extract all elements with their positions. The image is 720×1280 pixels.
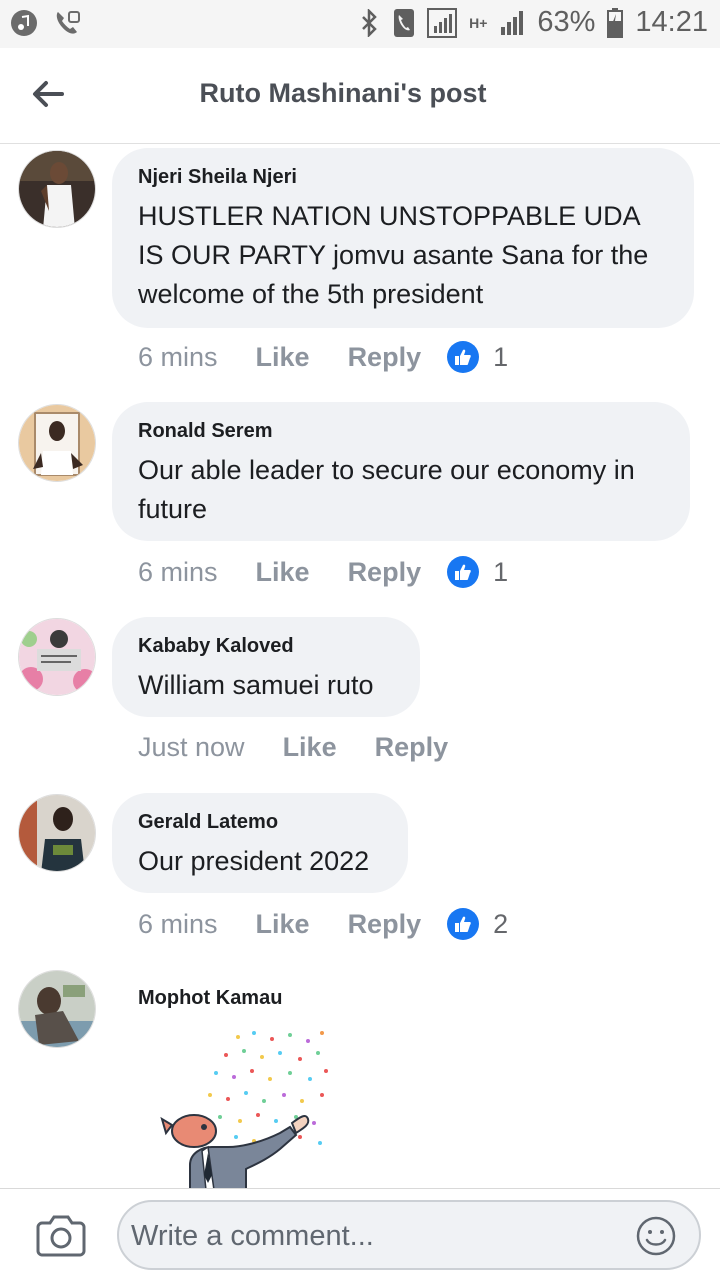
avatar[interactable] (18, 404, 96, 482)
phone-vibrate-icon (393, 8, 415, 38)
comment-author[interactable]: Njeri Sheila Njeri (138, 166, 668, 189)
comment-time: Just now (138, 732, 245, 762)
signal-sim1-icon (427, 7, 458, 38)
camera-button[interactable] (36, 1213, 86, 1257)
thumbs-up-icon (447, 341, 480, 373)
reaction-count[interactable]: 1 (447, 556, 508, 588)
call-forward-icon (52, 8, 82, 38)
camera-icon (36, 1215, 86, 1257)
network-type-icon: H+ (469, 14, 488, 31)
like-count-value: 1 (493, 556, 509, 587)
comment-actions: 6 mins Like Reply 2 (138, 908, 508, 940)
status-bar: H+ 63% 14:21 (0, 0, 720, 48)
comment-actions: 6 mins Like Reply 1 (138, 341, 508, 373)
reply-button[interactable]: Reply (348, 557, 422, 588)
battery-charging-icon (607, 7, 624, 38)
reply-button[interactable]: Reply (375, 732, 449, 763)
comment-text: William samuei ruto (138, 670, 374, 700)
comments-list[interactable]: Njeri Sheila Njeri HUSTLER NATION UNSTOP… (0, 145, 720, 1188)
comment-text: HUSTLER NATION UNSTOPPABLE UDA IS OUR PA… (138, 201, 649, 309)
comment-bubble[interactable]: Ronald Serem Our able leader to secure o… (112, 402, 690, 541)
emoji-button[interactable] (635, 1215, 677, 1257)
comment-author[interactable]: Gerald Latemo (138, 811, 382, 834)
comment-bubble[interactable]: Kababy Kaloved William samuei ruto (112, 617, 420, 717)
celebration-sticker[interactable] (150, 1025, 340, 1188)
comment-time: 6 mins (138, 908, 218, 939)
comment-actions: 6 mins Like Reply 1 (138, 556, 508, 588)
confetti (208, 1031, 328, 1145)
like-button[interactable]: Like (283, 732, 337, 763)
avatar[interactable] (18, 794, 96, 872)
bluetooth-icon (357, 8, 381, 37)
avatar[interactable] (18, 150, 96, 228)
post-header: Ruto Mashinani's post (0, 48, 720, 144)
reaction-count[interactable]: 1 (447, 341, 508, 373)
signal-sim2-icon (499, 9, 525, 37)
suit-figure (160, 1114, 310, 1188)
like-count-value: 2 (493, 908, 509, 939)
reply-button[interactable]: Reply (348, 909, 422, 940)
thumbs-up-icon (447, 908, 480, 940)
comment-bubble[interactable]: Njeri Sheila Njeri HUSTLER NATION UNSTOP… (112, 148, 694, 328)
comment-input-box[interactable] (117, 1200, 701, 1270)
reply-button[interactable]: Reply (348, 342, 422, 373)
avatar[interactable] (18, 970, 96, 1048)
thumbs-up-icon (447, 556, 480, 588)
reaction-count[interactable]: 2 (447, 908, 508, 940)
like-button[interactable]: Like (256, 557, 310, 588)
comment-composer (0, 1188, 720, 1280)
smiley-icon (636, 1216, 676, 1256)
page-title: Ruto Mashinani's post (199, 78, 487, 108)
comment-text: Our able leader to secure our economy in… (138, 455, 635, 524)
like-count-value: 1 (493, 341, 509, 372)
battery-percent: 63% (537, 6, 596, 38)
comment-time: 6 mins (138, 341, 218, 372)
like-button[interactable]: Like (256, 342, 310, 373)
clock: 14:21 (635, 6, 708, 38)
comment-author[interactable]: Mophot Kamau (138, 987, 282, 1010)
comment-author[interactable]: Kababy Kaloved (138, 635, 394, 658)
like-button[interactable]: Like (256, 909, 310, 940)
comment-input[interactable] (131, 1214, 631, 1258)
comment-text: Our president 2022 (138, 846, 370, 876)
comment-author[interactable]: Ronald Serem (138, 420, 664, 443)
comment-bubble[interactable]: Gerald Latemo Our president 2022 (112, 793, 408, 893)
avatar[interactable] (18, 618, 96, 696)
network-type-label: H+ (469, 14, 488, 31)
comment-time: 6 mins (138, 556, 218, 587)
music-icon (10, 9, 38, 37)
comment-actions: Just now Like Reply (138, 732, 486, 763)
